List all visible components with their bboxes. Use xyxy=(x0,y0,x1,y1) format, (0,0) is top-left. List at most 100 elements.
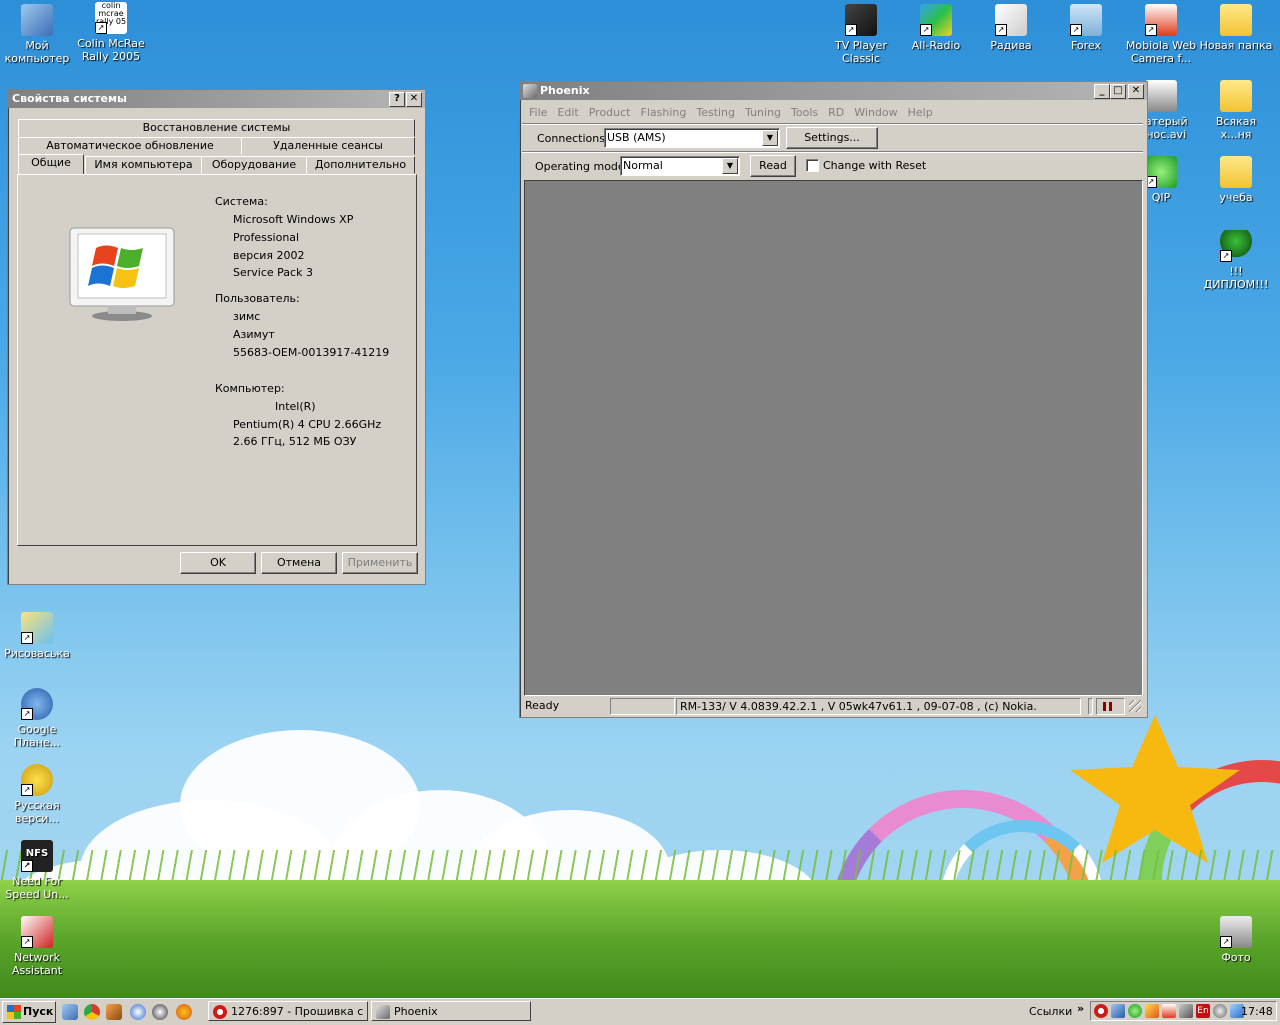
show-desktop-icon[interactable] xyxy=(62,1004,78,1020)
menu-window[interactable]: Window xyxy=(849,104,902,122)
desktop-icon-forex[interactable]: ↗ Forex xyxy=(1049,4,1123,52)
desktop-icon-diplom[interactable]: ↗ !!!ДИПЛОМ!!! xyxy=(1199,230,1273,291)
desktop-icon-russian-version[interactable]: ↗ Русская верси... xyxy=(0,764,74,825)
tab-system-restore[interactable]: Восстановление системы xyxy=(18,119,415,137)
apply-button[interactable]: Применить xyxy=(342,552,418,574)
settings-button[interactable]: Settings... xyxy=(786,127,878,149)
shortcut-arrow-icon: ↗ xyxy=(1145,24,1157,36)
phoenix-titlebar[interactable]: Phoenix _ □ ✕ xyxy=(520,82,1147,100)
menu-tuning[interactable]: Tuning xyxy=(740,104,786,122)
shortcut-arrow-icon: ↗ xyxy=(920,24,932,36)
speaker-tray-icon[interactable] xyxy=(1213,1004,1227,1018)
mobiola-tray-icon[interactable] xyxy=(1162,1004,1176,1018)
status-empty-panel xyxy=(610,698,675,715)
resize-grip-icon[interactable] xyxy=(1129,700,1141,712)
desktop-icon-tv-player[interactable]: ↗ TV Player Classic xyxy=(824,4,898,65)
clock[interactable]: 17:48 xyxy=(1241,1005,1273,1018)
status-spacer-panel xyxy=(1088,698,1093,715)
operating-mode-value: Normal xyxy=(623,159,663,172)
tab-remote-sessions[interactable]: Удаленные сеансы xyxy=(241,137,415,155)
task-phoenix[interactable]: Phoenix xyxy=(371,1001,531,1021)
computer-label: Компьютер: xyxy=(215,382,285,395)
change-with-reset-checkbox[interactable] xyxy=(806,159,819,172)
desktop-icon-radiva[interactable]: ↗ Радива xyxy=(974,4,1048,52)
links-chevron-icon[interactable]: » xyxy=(1077,1002,1084,1015)
network-assistant-icon: ↗ xyxy=(21,916,53,948)
info-icon[interactable] xyxy=(152,1004,168,1020)
desktop-icon-google-earth[interactable]: ↗ Google Плане... xyxy=(0,688,74,749)
chevron-down-icon[interactable]: ▼ xyxy=(722,158,738,174)
shortcut-arrow-icon: ↗ xyxy=(21,632,33,644)
network-tray-icon[interactable] xyxy=(1111,1004,1125,1018)
toolbar-separator xyxy=(522,151,1143,153)
desktop-icon-colin-mcrae[interactable]: colin mcrae rally 05 ↗ Colin McRae Rally… xyxy=(74,2,148,63)
desktop-icon-ucheba[interactable]: учеба xyxy=(1199,156,1273,204)
tab-computer-name[interactable]: Имя компьютера xyxy=(85,156,202,174)
links-toolbar-label[interactable]: Ссылки xyxy=(1029,1005,1072,1018)
windows-monitor-icon xyxy=(69,227,175,321)
tab-general[interactable]: Общие xyxy=(18,154,84,174)
chrome-icon[interactable] xyxy=(84,1004,100,1020)
menu-testing[interactable]: Testing xyxy=(691,104,740,122)
media-tray-icon[interactable] xyxy=(1145,1004,1159,1018)
read-button[interactable]: Read xyxy=(750,155,796,177)
tab-advanced[interactable]: Дополнительно xyxy=(306,156,415,174)
computer-tray-icon[interactable] xyxy=(1179,1004,1193,1018)
menu-help[interactable]: Help xyxy=(903,104,938,122)
mobiola-icon: ↗ xyxy=(1145,4,1177,36)
tab-automatic-updates[interactable]: Автоматическое обновление xyxy=(18,137,242,155)
help-button[interactable]: ? xyxy=(389,92,405,107)
desktop-icon-my-computer[interactable]: Мой компьютер xyxy=(0,4,74,65)
product-id: 55683-OEM-0013917-41219 xyxy=(233,346,390,359)
os-name: Microsoft Windows XP xyxy=(233,213,354,226)
download-icon[interactable] xyxy=(130,1004,146,1020)
ok-button[interactable]: OK xyxy=(180,552,256,574)
minimize-button[interactable]: _ xyxy=(1094,84,1110,99)
menu-rd[interactable]: RD xyxy=(823,104,849,122)
desktop-icon-mobiola[interactable]: ↗ Mobiola Web Camera f... xyxy=(1124,4,1198,65)
operating-mode-label: Operating mode: xyxy=(535,160,629,173)
menu-flashing[interactable]: Flashing xyxy=(636,104,692,122)
desktop-icon-risovaska[interactable]: ↗ Рисоваська xyxy=(0,612,74,660)
connections-select[interactable]: USB (AMS) ▼ xyxy=(604,128,780,148)
desktop-icon-need-for-speed[interactable]: NFS ↗ Need For Speed Un... xyxy=(0,840,74,901)
start-button[interactable]: Пуск xyxy=(2,1001,56,1023)
taskbar: Пуск 1276:897 - Прошивка с ... Phoenix С… xyxy=(0,998,1280,1025)
firefox-icon[interactable] xyxy=(176,1004,192,1020)
desktop-icon-all-radio[interactable]: ↗ All-Radio xyxy=(899,4,973,52)
maximize-button[interactable]: □ xyxy=(1110,84,1126,99)
pause-icon xyxy=(1103,702,1106,711)
operating-mode-select[interactable]: Normal ▼ xyxy=(620,156,740,176)
desktop-icon-vsyakaya[interactable]: Всякая х...ня xyxy=(1199,80,1273,141)
desktop-icon-network-assistant[interactable]: ↗ Network Assistant xyxy=(0,916,74,977)
menu-product[interactable]: Product xyxy=(584,104,636,122)
computer-icon xyxy=(21,4,53,36)
shortcut-arrow-icon: ↗ xyxy=(1220,250,1232,262)
status-ready: Ready xyxy=(525,699,560,712)
sysprops-titlebar[interactable]: Свойства системы ? ✕ xyxy=(8,90,425,108)
user-label: Пользователь: xyxy=(215,292,300,305)
tab-hardware[interactable]: Оборудование xyxy=(201,156,307,174)
menu-file[interactable]: File xyxy=(524,104,552,122)
menu-tools[interactable]: Tools xyxy=(786,104,823,122)
close-button[interactable]: ✕ xyxy=(406,92,422,107)
chevron-down-icon[interactable]: ▼ xyxy=(762,130,778,146)
document-pen-icon: ↗ xyxy=(995,4,1027,36)
shortcut-arrow-icon: ↗ xyxy=(845,24,857,36)
cancel-button[interactable]: Отмена xyxy=(261,552,337,574)
desktop-icon-foto[interactable]: ↗ Фото xyxy=(1199,916,1273,964)
opera-tray-icon[interactable] xyxy=(1094,1004,1108,1018)
qip-tray-icon[interactable] xyxy=(1128,1004,1142,1018)
phoenix-logo-icon xyxy=(523,84,537,98)
colin-mcrae-icon: colin mcrae rally 05 ↗ xyxy=(95,2,127,34)
close-button[interactable]: ✕ xyxy=(1128,84,1144,99)
task-opera[interactable]: 1276:897 - Прошивка с ... xyxy=(208,1001,368,1021)
language-indicator[interactable]: En xyxy=(1196,1004,1210,1018)
tv-player-icon: ↗ xyxy=(845,4,877,36)
winamp-icon[interactable] xyxy=(106,1004,122,1020)
desktop-icon-new-folder[interactable]: Новая папка xyxy=(1199,4,1273,52)
all-radio-icon: ↗ xyxy=(920,4,952,36)
menu-edit[interactable]: Edit xyxy=(552,104,583,122)
cpu-vendor: Intel(R) xyxy=(275,400,316,413)
star-shape xyxy=(1070,715,1240,863)
